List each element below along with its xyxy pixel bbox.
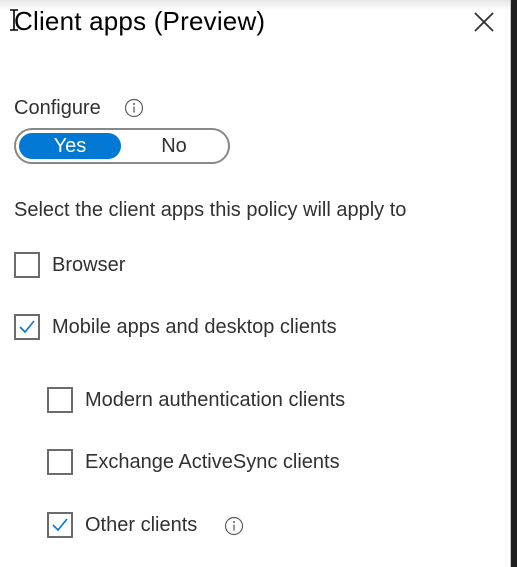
- other-clients-checkbox[interactable]: [47, 512, 73, 538]
- panel-right-edge: [510, 0, 517, 567]
- modern-auth-label: Modern authentication clients: [85, 388, 346, 411]
- exchange-activesync-label: Exchange ActiveSync clients: [85, 450, 340, 473]
- browser-checkbox-row[interactable]: Browser: [14, 252, 125, 278]
- close-icon: [474, 12, 494, 32]
- other-clients-checkbox-row[interactable]: Other clients: [47, 512, 197, 538]
- checkmark-icon: [19, 320, 35, 334]
- modern-auth-checkbox[interactable]: [47, 387, 73, 413]
- checkmark-icon: [52, 518, 68, 532]
- browser-label: Browser: [52, 253, 126, 276]
- client-apps-description: Select the client apps this policy will …: [14, 199, 407, 221]
- configure-label: Configure: [14, 97, 101, 119]
- info-icon[interactable]: [124, 98, 144, 118]
- mobile-desktop-checkbox-row[interactable]: Mobile apps and desktop clients: [14, 314, 337, 340]
- exchange-activesync-checkbox-row[interactable]: Exchange ActiveSync clients: [47, 449, 340, 475]
- mobile-desktop-label: Mobile apps and desktop clients: [52, 315, 337, 338]
- exchange-activesync-checkbox[interactable]: [47, 449, 73, 475]
- configure-toggle[interactable]: Yes No: [14, 128, 230, 164]
- info-icon[interactable]: [224, 516, 244, 536]
- panel-title: Client apps (Preview): [14, 6, 266, 36]
- toggle-option-yes[interactable]: Yes: [19, 133, 121, 159]
- close-button[interactable]: [472, 10, 496, 34]
- browser-checkbox[interactable]: [14, 252, 40, 278]
- mobile-desktop-checkbox[interactable]: [14, 314, 40, 340]
- modern-auth-checkbox-row[interactable]: Modern authentication clients: [47, 387, 345, 413]
- toggle-option-no[interactable]: No: [123, 133, 225, 159]
- other-clients-label: Other clients: [85, 513, 198, 536]
